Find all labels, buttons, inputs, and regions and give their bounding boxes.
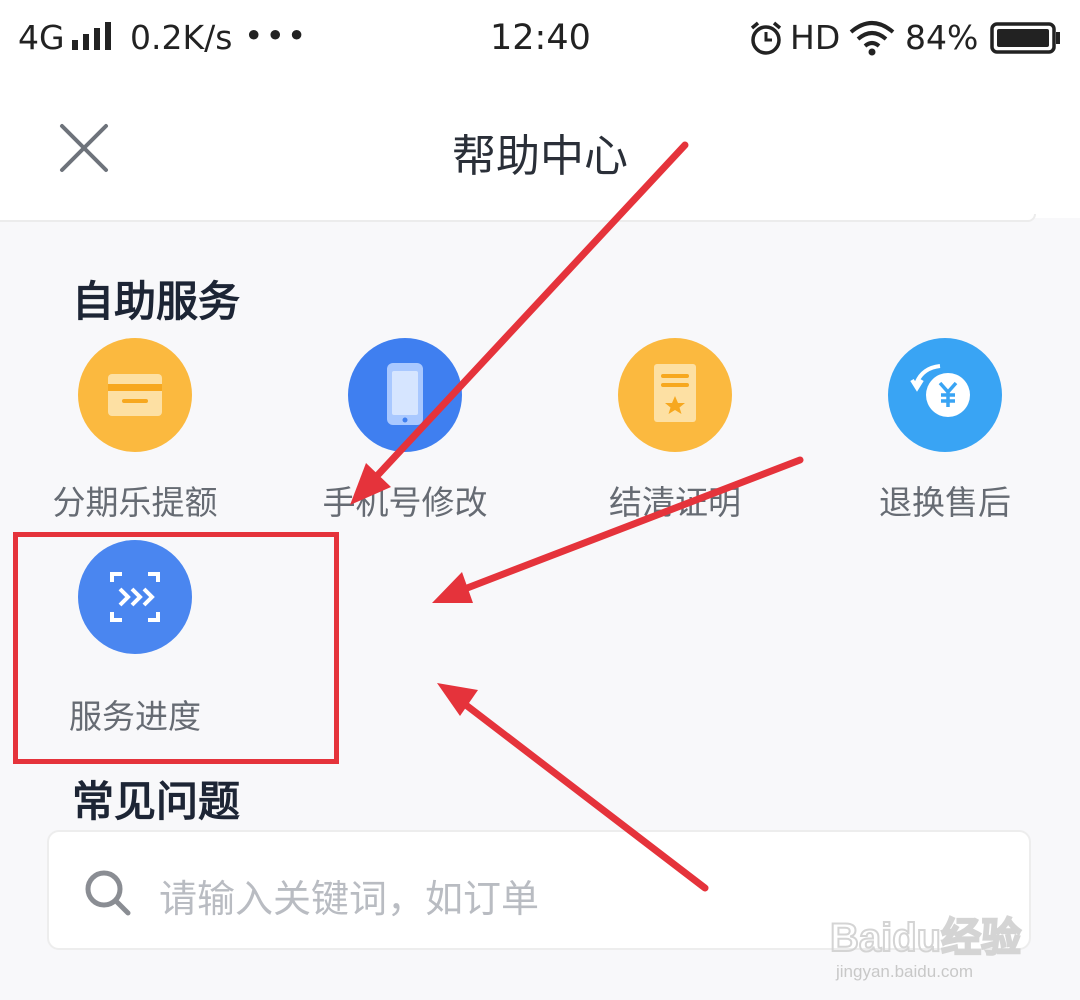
more-icon: ••• bbox=[244, 16, 309, 55]
refund-yuan-icon bbox=[888, 338, 1002, 452]
search-icon bbox=[85, 870, 131, 916]
battery-icon bbox=[990, 22, 1060, 54]
svg-text:Baidu经验: Baidu经验 bbox=[830, 916, 1021, 960]
hd-badge: HD bbox=[790, 18, 841, 57]
service-phone-change[interactable]: 手机号修改 bbox=[285, 338, 525, 524]
alarm-icon bbox=[750, 21, 782, 55]
highlight-box bbox=[13, 532, 339, 764]
service-label: 分期乐提额 bbox=[52, 483, 218, 522]
service-settlement-proof[interactable]: 结清证明 bbox=[555, 338, 795, 524]
signal-icon bbox=[72, 22, 111, 50]
page-title: 帮助中心 bbox=[452, 131, 628, 182]
nav-header: 帮助中心 bbox=[0, 78, 1080, 218]
service-label: 退换售后 bbox=[879, 483, 1011, 522]
status-bar: 4G 0.2K/s ••• 12:40 HD 84% bbox=[0, 0, 1080, 78]
credit-card-icon bbox=[78, 338, 192, 452]
wifi-icon bbox=[849, 21, 895, 56]
faq-title: 常见问题 bbox=[72, 777, 241, 826]
search-input[interactable]: 请输入关键词，如订单 bbox=[159, 868, 539, 923]
clock: 12:40 bbox=[490, 18, 591, 58]
service-returns[interactable]: 退换售后 bbox=[825, 338, 1065, 524]
phone-icon bbox=[348, 338, 462, 452]
network-speed: 0.2K/s bbox=[130, 18, 233, 57]
header-card-edge bbox=[0, 214, 1036, 222]
certificate-icon bbox=[618, 338, 732, 452]
self-service-title: 自助服务 bbox=[72, 277, 241, 326]
service-limit-increase[interactable]: 分期乐提额 bbox=[15, 338, 255, 524]
svg-text:jingyan.baidu.com: jingyan.baidu.com bbox=[835, 962, 973, 981]
service-label: 手机号修改 bbox=[322, 483, 488, 522]
baidu-watermark-logo: Baidu经验 jingyan.baidu.com bbox=[829, 905, 1030, 995]
battery-percent: 84% bbox=[905, 18, 979, 57]
service-label: 结清证明 bbox=[609, 483, 741, 522]
network-type: 4G bbox=[18, 18, 65, 57]
